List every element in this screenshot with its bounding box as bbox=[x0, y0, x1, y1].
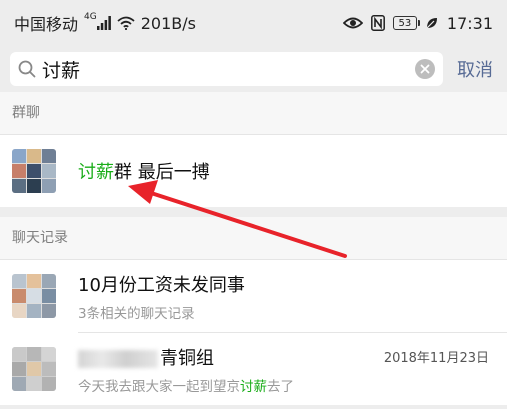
chat-subtitle: 3条相关的聊天记录 bbox=[78, 305, 195, 322]
chat-records-section-header: 聊天记录 bbox=[0, 217, 507, 260]
chat-subtitle: 今天我去跟大家一起到望京讨薪去了 bbox=[78, 375, 495, 395]
close-icon bbox=[420, 64, 430, 74]
chat-subtitle-before: 今天我去跟大家一起到望京 bbox=[78, 378, 240, 395]
network-speed: 201B/s bbox=[140, 13, 196, 33]
group-result-text: 讨薪群 最后一搏 bbox=[78, 158, 495, 184]
signal-icon bbox=[96, 16, 111, 30]
search-box[interactable] bbox=[10, 52, 443, 86]
chat-subtitle-highlight: 讨薪 bbox=[240, 378, 267, 395]
leaf-icon bbox=[426, 18, 437, 29]
group-name-highlight: 讨薪 bbox=[78, 162, 114, 183]
eye-icon bbox=[342, 17, 363, 29]
status-right: 53 17:31 bbox=[335, 14, 493, 33]
chat-result-row[interactable]: 青铜组 今天我去跟大家一起到望京讨薪去了 2018年11月23日 bbox=[0, 333, 507, 405]
group-result-row[interactable]: 讨薪群 最后一搏 bbox=[0, 135, 507, 207]
chat-records-section: 聊天记录 10月份工资未发同事 3条相关的聊天记录 青铜组 今天我去跟大家一起到… bbox=[0, 217, 507, 405]
nfc-icon bbox=[370, 15, 385, 31]
group-avatar bbox=[12, 149, 56, 193]
chat-date: 2018年11月23日 bbox=[383, 351, 489, 366]
chat-avatar bbox=[12, 347, 56, 391]
clear-search-button[interactable] bbox=[415, 59, 435, 79]
wifi-icon bbox=[117, 16, 135, 30]
carrier-label: 中国移动 bbox=[14, 15, 79, 34]
chat-title: 10月份工资未发同事 bbox=[78, 274, 245, 296]
status-left: 中国移动 4G 201B/s bbox=[14, 11, 202, 35]
chat-title-suffix: 青铜组 bbox=[160, 347, 214, 369]
battery-indicator: 53 bbox=[392, 16, 420, 30]
groups-section: 群聊 讨薪群 最后一搏 bbox=[0, 92, 507, 207]
clock: 17:31 bbox=[446, 13, 493, 33]
redacted-name bbox=[78, 349, 158, 368]
section-gap bbox=[0, 207, 507, 217]
search-input[interactable] bbox=[42, 58, 415, 80]
chat-result-text: 10月份工资未发同事 3条相关的聊天记录 bbox=[78, 271, 495, 322]
cancel-button[interactable]: 取消 bbox=[457, 56, 493, 82]
group-name: 讨薪群 最后一搏 bbox=[78, 158, 495, 184]
status-bar: 中国移动 4G 201B/s 53 17:31 bbox=[0, 0, 507, 46]
search-row: 取消 bbox=[0, 46, 507, 92]
chat-subtitle-after: 去了 bbox=[267, 378, 294, 395]
groups-section-header: 群聊 bbox=[0, 92, 507, 135]
group-name-rest: 群 最后一搏 bbox=[114, 162, 210, 183]
chat-avatar bbox=[12, 274, 56, 318]
network-tag: 4G bbox=[84, 11, 97, 22]
chat-result-row[interactable]: 10月份工资未发同事 3条相关的聊天记录 bbox=[0, 260, 507, 332]
search-icon bbox=[18, 60, 36, 78]
